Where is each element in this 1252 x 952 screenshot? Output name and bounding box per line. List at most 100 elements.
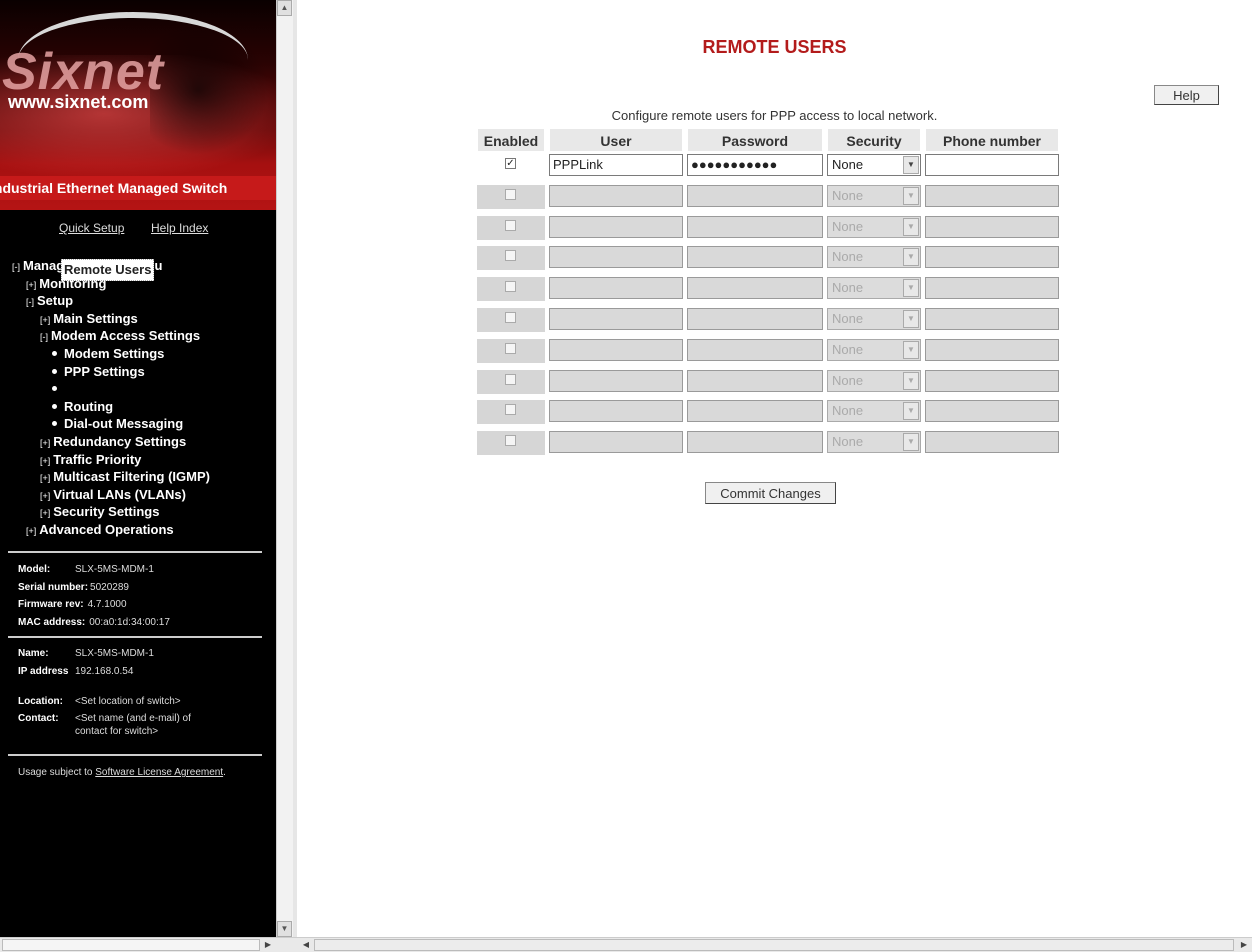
security-select[interactable]: None ▼ bbox=[827, 154, 921, 176]
enabled-checkbox[interactable] bbox=[505, 342, 516, 354]
chevron-down-icon[interactable]: ▼ bbox=[903, 248, 919, 267]
password-input[interactable] bbox=[687, 308, 823, 330]
enabled-checkbox[interactable] bbox=[505, 435, 516, 447]
menu-item[interactable]: PPP Settings bbox=[12, 363, 267, 381]
collapse-icon[interactable]: [-] bbox=[12, 262, 20, 272]
phone-number-input[interactable] bbox=[925, 369, 1059, 392]
left-frame-hscroll-track[interactable] bbox=[2, 939, 260, 951]
chevron-down-icon[interactable]: ▼ bbox=[903, 340, 919, 359]
user-input[interactable]: PPPLink bbox=[549, 154, 683, 176]
expand-icon[interactable]: [+] bbox=[40, 456, 50, 466]
scroll-right-icon[interactable]: ▶ bbox=[262, 939, 274, 951]
password-input[interactable] bbox=[687, 184, 823, 207]
help-button[interactable]: Help bbox=[1154, 85, 1219, 105]
menu-item[interactable]: [+] Advanced Operations bbox=[12, 521, 267, 539]
help-index-link[interactable]: Help Index bbox=[151, 221, 208, 235]
enabled-checkbox[interactable] bbox=[505, 250, 516, 262]
chevron-down-icon[interactable]: ▼ bbox=[903, 217, 919, 236]
chevron-down-icon[interactable]: ▼ bbox=[903, 371, 919, 390]
chevron-down-icon[interactable]: ▼ bbox=[903, 433, 919, 452]
menu-item-label[interactable]: Remote Users bbox=[61, 259, 155, 281]
menu-item-label[interactable]: PPP Settings bbox=[64, 364, 145, 379]
menu-item[interactable]: [-] Setup bbox=[12, 292, 267, 310]
security-select[interactable]: None ▼ bbox=[827, 277, 921, 300]
phone-number-input[interactable] bbox=[925, 400, 1059, 423]
password-input[interactable] bbox=[687, 277, 823, 300]
password-input[interactable] bbox=[687, 369, 823, 392]
scroll-left-icon[interactable]: ◀ bbox=[300, 939, 312, 951]
enabled-checkbox[interactable] bbox=[505, 188, 516, 200]
enabled-checkbox[interactable]: ✓ bbox=[505, 158, 516, 169]
chevron-down-icon[interactable]: ▼ bbox=[903, 186, 919, 205]
menu-item-label[interactable]: Traffic Priority bbox=[53, 452, 141, 467]
expand-icon[interactable]: [+] bbox=[40, 473, 50, 483]
phone-number-input[interactable] bbox=[925, 154, 1059, 176]
chevron-down-icon[interactable]: ▼ bbox=[903, 402, 919, 421]
menu-item[interactable]: [+] Multicast Filtering (IGMP) bbox=[12, 468, 267, 486]
phone-number-input[interactable] bbox=[925, 338, 1059, 361]
menu-item[interactable]: [-] Modem Access Settings bbox=[12, 327, 267, 345]
phone-number-input[interactable] bbox=[925, 215, 1059, 238]
menu-item[interactable]: [+] Main Settings bbox=[12, 310, 267, 328]
menu-item[interactable]: Dial-out Messaging bbox=[12, 415, 267, 433]
menu-item-label[interactable]: Dial-out Messaging bbox=[64, 416, 183, 431]
password-input[interactable] bbox=[687, 338, 823, 361]
security-select[interactable]: None ▼ bbox=[827, 184, 921, 207]
security-select[interactable]: None ▼ bbox=[827, 246, 921, 269]
user-input[interactable] bbox=[549, 431, 683, 454]
expand-icon[interactable]: [+] bbox=[26, 526, 36, 536]
user-input[interactable] bbox=[549, 369, 683, 392]
expand-icon[interactable]: [+] bbox=[40, 491, 50, 501]
expand-icon[interactable]: [+] bbox=[40, 438, 50, 448]
chevron-down-icon[interactable]: ▼ bbox=[903, 156, 919, 174]
phone-number-input[interactable] bbox=[925, 308, 1059, 330]
commit-changes-button[interactable]: Commit Changes bbox=[705, 482, 836, 504]
expand-icon[interactable]: [+] bbox=[40, 315, 50, 325]
enabled-checkbox[interactable] bbox=[505, 404, 516, 416]
password-input[interactable] bbox=[687, 246, 823, 269]
phone-number-input[interactable] bbox=[925, 184, 1059, 207]
menu-item[interactable]: [+] Virtual LANs (VLANs) bbox=[12, 486, 267, 504]
security-select[interactable]: None ▼ bbox=[827, 215, 921, 238]
user-input[interactable] bbox=[549, 184, 683, 207]
menu-item[interactable]: [+] Redundancy Settings bbox=[12, 433, 267, 451]
menu-item-label[interactable]: Modem Access Settings bbox=[51, 328, 200, 343]
scroll-up-icon[interactable]: ▲ bbox=[277, 0, 292, 16]
user-input[interactable] bbox=[549, 338, 683, 361]
bottom-scrollbar[interactable]: ▶ ◀ ▶ bbox=[0, 937, 1252, 952]
menu-item[interactable]: Routing bbox=[12, 398, 267, 416]
security-select[interactable]: None ▼ bbox=[827, 369, 921, 392]
phone-number-input[interactable] bbox=[925, 277, 1059, 300]
password-input[interactable] bbox=[687, 215, 823, 238]
password-input[interactable] bbox=[687, 400, 823, 423]
phone-number-input[interactable] bbox=[925, 431, 1059, 454]
password-input[interactable] bbox=[687, 431, 823, 454]
user-input[interactable] bbox=[549, 400, 683, 423]
chevron-down-icon[interactable]: ▼ bbox=[903, 310, 919, 328]
user-input[interactable] bbox=[549, 277, 683, 300]
menu-item[interactable]: Remote Users bbox=[12, 259, 267, 398]
security-select[interactable]: None ▼ bbox=[827, 308, 921, 330]
enabled-checkbox[interactable] bbox=[505, 219, 516, 231]
quick-setup-link[interactable]: Quick Setup bbox=[59, 221, 124, 235]
menu-item-label[interactable]: Multicast Filtering (IGMP) bbox=[53, 469, 210, 484]
main-frame-hscroll-track[interactable] bbox=[314, 939, 1234, 951]
enabled-checkbox[interactable] bbox=[505, 373, 516, 385]
left-frame-scrollbar[interactable]: ▲ ▼ bbox=[276, 0, 293, 937]
menu-item[interactable]: [+] Traffic Priority bbox=[12, 451, 267, 469]
enabled-checkbox[interactable] bbox=[505, 312, 516, 323]
user-input[interactable] bbox=[549, 246, 683, 269]
menu-item-label[interactable]: Virtual LANs (VLANs) bbox=[53, 487, 186, 502]
scroll-right-icon[interactable]: ▶ bbox=[1238, 939, 1250, 951]
menu-item-label[interactable]: Setup bbox=[37, 293, 73, 308]
menu-item-label[interactable]: Security Settings bbox=[53, 504, 159, 519]
scroll-down-icon[interactable]: ▼ bbox=[277, 921, 292, 937]
phone-number-input[interactable] bbox=[925, 246, 1059, 269]
security-select[interactable]: None ▼ bbox=[827, 431, 921, 454]
menu-item-label[interactable]: Redundancy Settings bbox=[53, 434, 186, 449]
menu-item[interactable]: [+] Security Settings bbox=[12, 503, 267, 521]
menu-item-label[interactable]: Routing bbox=[64, 399, 113, 414]
menu-item-label[interactable]: Main Settings bbox=[53, 311, 138, 326]
menu-item-label[interactable]: Modem Settings bbox=[64, 346, 164, 361]
chevron-down-icon[interactable]: ▼ bbox=[903, 279, 919, 298]
